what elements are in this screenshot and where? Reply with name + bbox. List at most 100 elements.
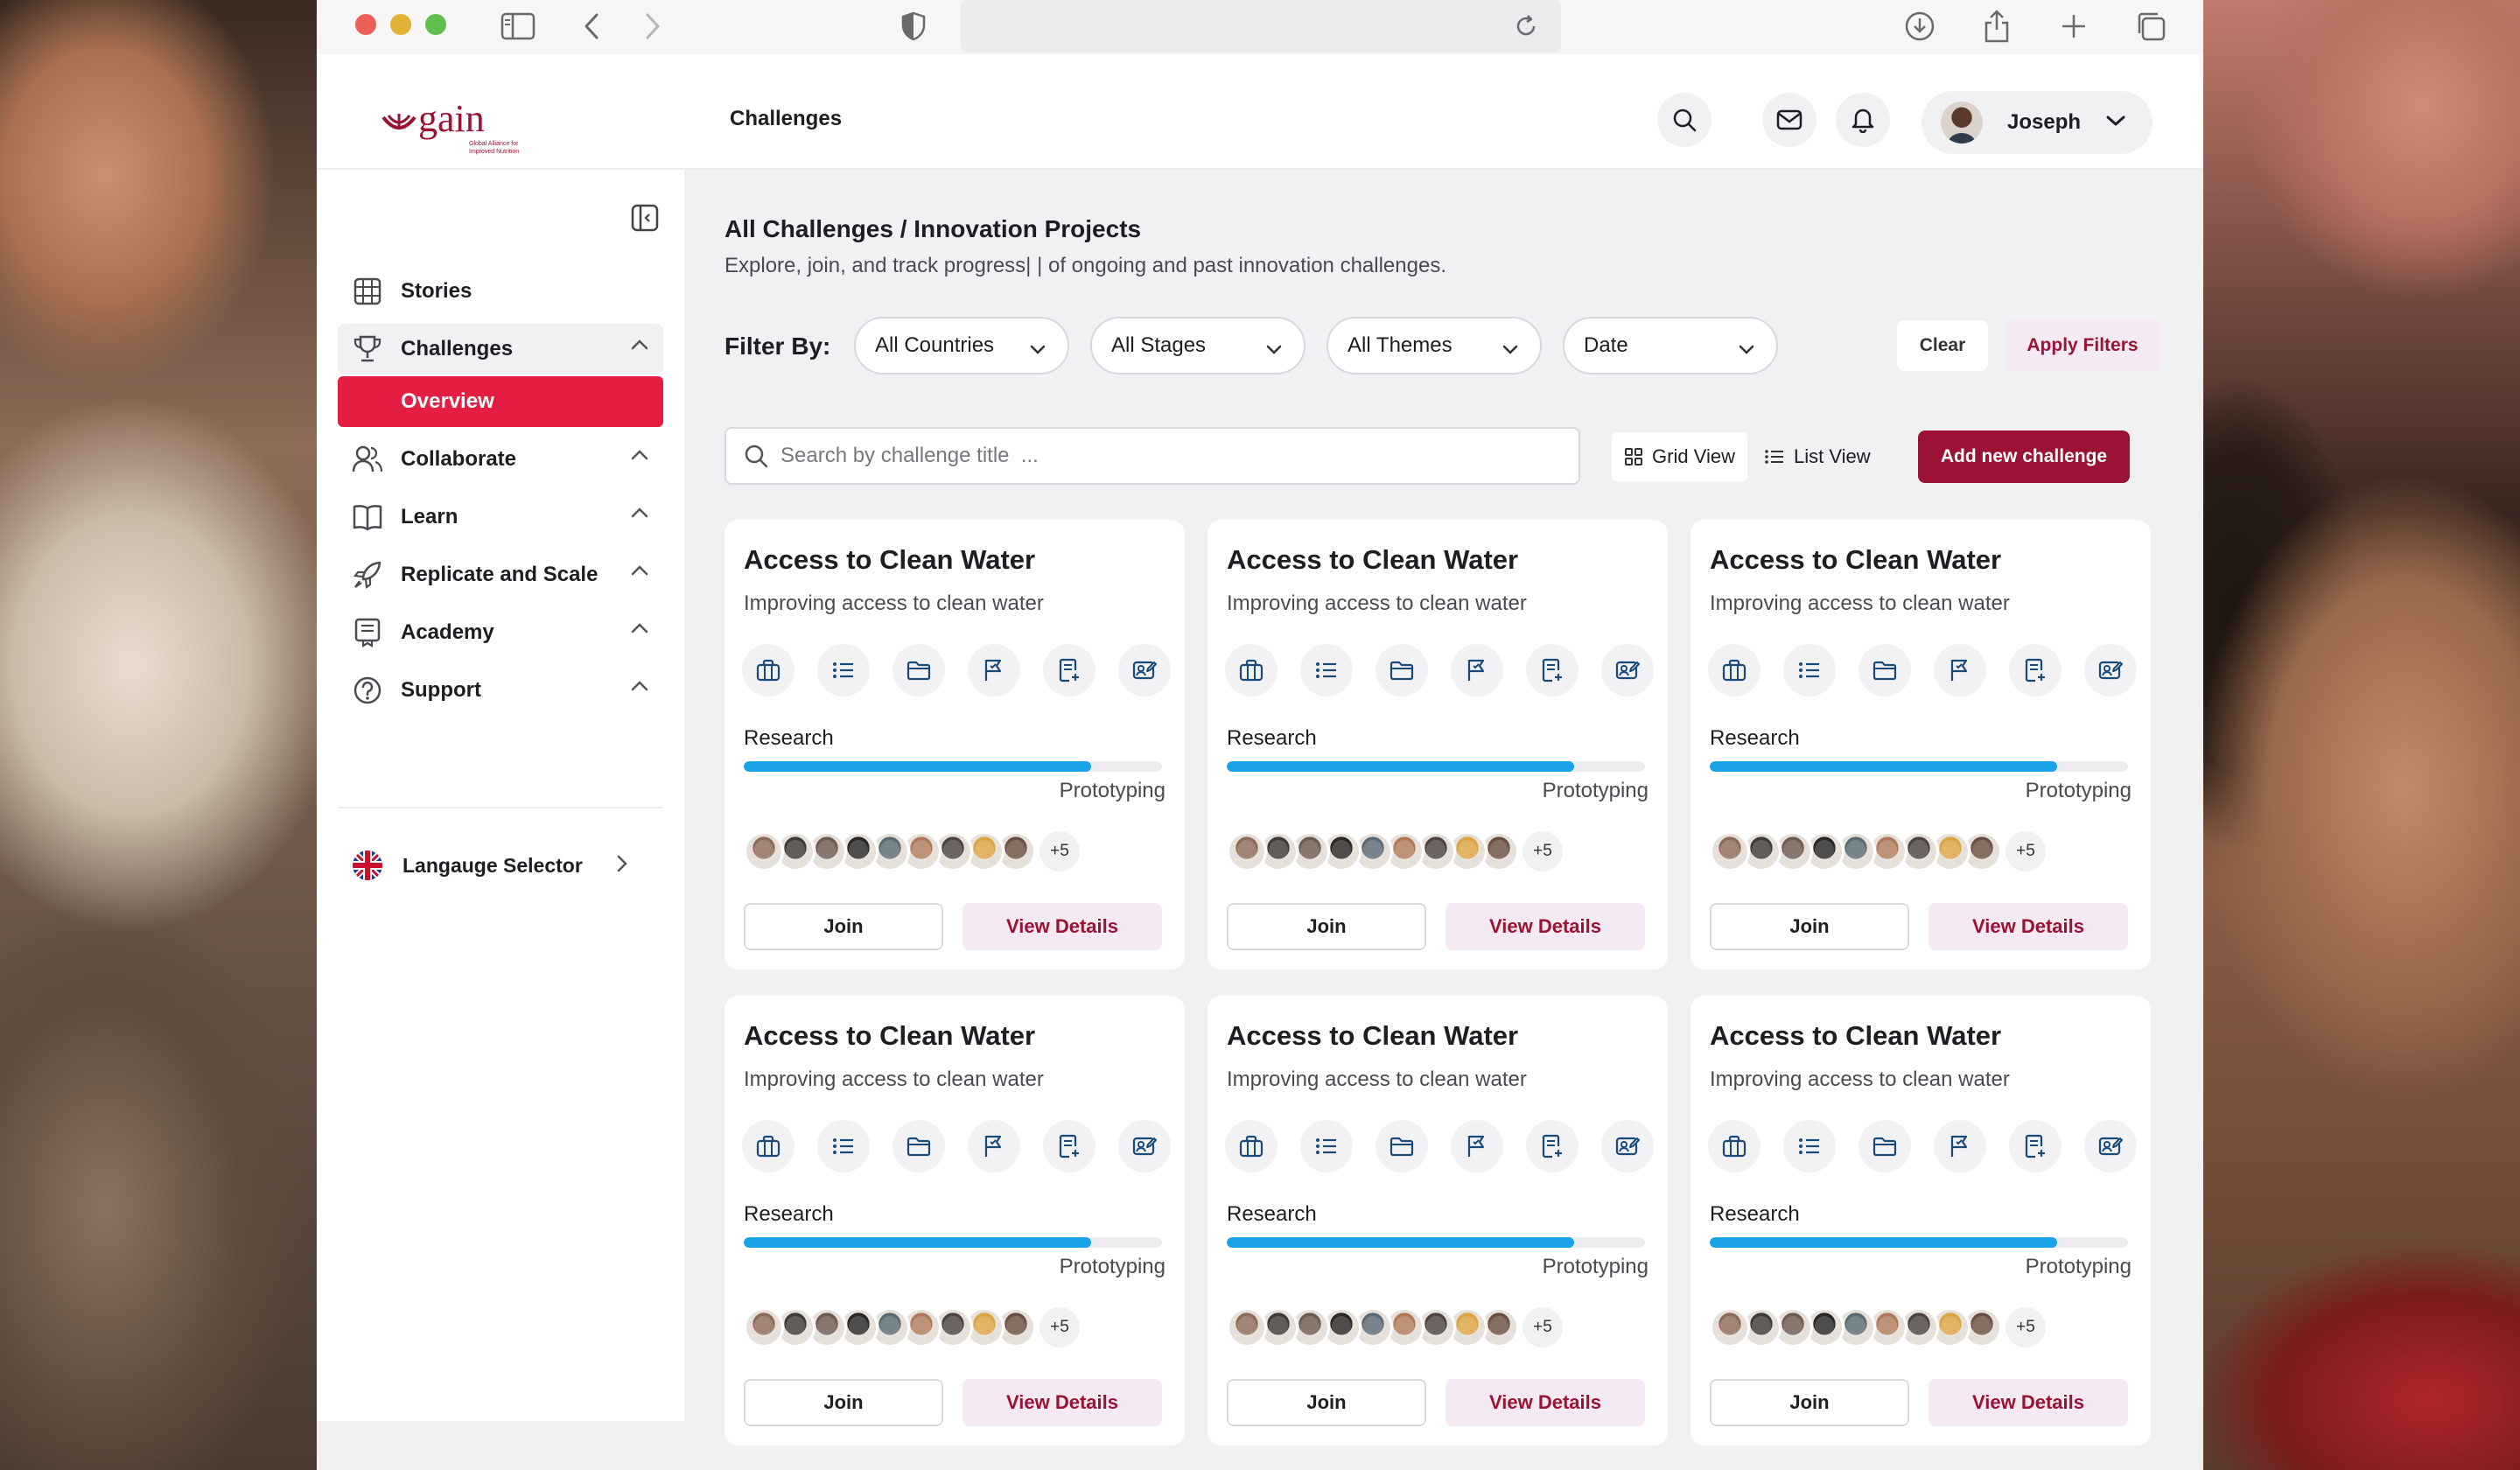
new-tab-icon[interactable] — [2054, 7, 2093, 46]
chevron-up-icon[interactable] — [630, 680, 649, 696]
maximize-window-button[interactable] — [425, 14, 446, 35]
sidebar-item-collaborate[interactable]: Collaborate — [338, 434, 663, 485]
challenge-card[interactable]: Access to Clean Water Improving access t… — [724, 520, 1185, 970]
date-select[interactable]: Date — [1563, 317, 1778, 374]
stages-select[interactable]: All Stages — [1090, 317, 1306, 374]
search-button[interactable] — [1657, 93, 1712, 147]
chevron-up-icon[interactable] — [630, 507, 649, 523]
reload-icon[interactable] — [1507, 7, 1545, 46]
challenge-card[interactable]: Access to Clean Water Improving access t… — [724, 996, 1185, 1446]
sidebar-toggle-icon[interactable] — [499, 7, 537, 46]
folder-icon[interactable] — [1858, 1120, 1911, 1172]
add-note-icon[interactable] — [1526, 644, 1578, 696]
chevron-up-icon[interactable] — [630, 622, 649, 639]
challenge-search[interactable] — [724, 427, 1580, 485]
list-icon[interactable] — [817, 1120, 870, 1172]
sidebar-item-learn[interactable]: Learn — [338, 492, 663, 542]
challenge-card[interactable]: Access to Clean Water Improving access t… — [1208, 520, 1668, 970]
milestone-flag-icon[interactable] — [968, 1120, 1020, 1172]
list-icon[interactable] — [1300, 644, 1353, 696]
privacy-shield-icon[interactable] — [894, 7, 933, 46]
list-icon[interactable] — [1783, 1120, 1836, 1172]
sidebar-item-replicate-and-scale[interactable]: Replicate and Scale — [338, 550, 663, 600]
more-participants-count[interactable]: +5 — [2006, 831, 2046, 872]
list-view-button[interactable]: List View — [1752, 432, 1883, 481]
add-note-icon[interactable] — [1526, 1120, 1578, 1172]
sidebar-item-academy[interactable]: Academy — [338, 607, 663, 658]
join-button[interactable]: Join — [1710, 903, 1909, 950]
tab-overview-icon[interactable] — [2132, 7, 2170, 46]
view-details-button[interactable]: View Details — [1928, 903, 2128, 950]
address-bar[interactable] — [961, 0, 1561, 52]
chevron-up-icon[interactable] — [630, 449, 649, 466]
milestone-flag-icon[interactable] — [1934, 1120, 1986, 1172]
briefcase-icon[interactable] — [1225, 1120, 1278, 1172]
edit-profile-icon[interactable] — [1601, 1120, 1654, 1172]
edit-profile-icon[interactable] — [2084, 1120, 2137, 1172]
notifications-button[interactable] — [1836, 93, 1890, 147]
chevron-up-icon[interactable] — [630, 339, 649, 355]
list-icon[interactable] — [1300, 1120, 1353, 1172]
user-menu[interactable]: Joseph — [1922, 91, 2152, 154]
sidebar-item-challenges[interactable]: Challenges — [338, 324, 663, 374]
milestone-flag-icon[interactable] — [1451, 1120, 1503, 1172]
share-icon[interactable] — [1978, 7, 2016, 46]
sidebar-item-stories[interactable]: Stories — [338, 266, 663, 317]
edit-profile-icon[interactable] — [1118, 644, 1171, 696]
view-details-button[interactable]: View Details — [962, 1379, 1162, 1426]
apply-filters-button[interactable]: Apply Filters — [2006, 320, 2160, 371]
view-details-button[interactable]: View Details — [962, 903, 1162, 950]
briefcase-icon[interactable] — [742, 644, 794, 696]
add-new-challenge-button[interactable]: Add new challenge — [1918, 430, 2130, 483]
chevron-up-icon[interactable] — [630, 564, 649, 581]
folder-icon[interactable] — [892, 1120, 945, 1172]
view-details-button[interactable]: View Details — [1446, 903, 1645, 950]
collapse-sidebar-icon[interactable] — [630, 203, 660, 237]
edit-profile-icon[interactable] — [1601, 644, 1654, 696]
minimize-window-button[interactable] — [390, 14, 411, 35]
grid-view-button[interactable]: Grid View — [1612, 432, 1747, 481]
back-icon[interactable] — [572, 7, 611, 46]
add-note-icon[interactable] — [1043, 644, 1096, 696]
view-details-button[interactable]: View Details — [1928, 1379, 2128, 1426]
add-note-icon[interactable] — [1043, 1120, 1096, 1172]
briefcase-icon[interactable] — [1708, 1120, 1760, 1172]
join-button[interactable]: Join — [744, 1379, 943, 1426]
messages-button[interactable] — [1762, 93, 1816, 147]
sidebar-item-support[interactable]: Support — [338, 665, 663, 716]
edit-profile-icon[interactable] — [1118, 1120, 1171, 1172]
folder-icon[interactable] — [1376, 1120, 1428, 1172]
themes-select[interactable]: All Themes — [1326, 317, 1542, 374]
folder-icon[interactable] — [892, 644, 945, 696]
more-participants-count[interactable]: +5 — [2006, 1307, 2046, 1348]
folder-icon[interactable] — [1858, 644, 1911, 696]
milestone-flag-icon[interactable] — [1451, 644, 1503, 696]
folder-icon[interactable] — [1376, 644, 1428, 696]
challenge-card[interactable]: Access to Clean Water Improving access t… — [1690, 996, 2151, 1446]
milestone-flag-icon[interactable] — [1934, 644, 1986, 696]
countries-select[interactable]: All Countries — [854, 317, 1069, 374]
challenge-card[interactable]: Access to Clean Water Improving access t… — [1208, 996, 1668, 1446]
briefcase-icon[interactable] — [742, 1120, 794, 1172]
list-icon[interactable] — [817, 644, 870, 696]
edit-profile-icon[interactable] — [2084, 644, 2137, 696]
forward-icon[interactable] — [634, 7, 672, 46]
add-note-icon[interactable] — [2009, 1120, 2062, 1172]
gain-logo[interactable]: gain Global Alliance for Improved Nutrit… — [380, 100, 519, 155]
close-window-button[interactable] — [355, 14, 376, 35]
join-button[interactable]: Join — [1710, 1379, 1909, 1426]
view-details-button[interactable]: View Details — [1446, 1379, 1645, 1426]
more-participants-count[interactable]: +5 — [1040, 831, 1080, 872]
more-participants-count[interactable]: +5 — [1522, 1307, 1563, 1348]
clear-filters-button[interactable]: Clear — [1897, 320, 1988, 371]
join-button[interactable]: Join — [1227, 1379, 1426, 1426]
briefcase-icon[interactable] — [1708, 644, 1760, 696]
add-note-icon[interactable] — [2009, 644, 2062, 696]
challenge-card[interactable]: Access to Clean Water Improving access t… — [1690, 520, 2151, 970]
language-selector[interactable]: Langauge Selector — [338, 840, 663, 891]
sidebar-item-overview[interactable]: Overview — [338, 376, 663, 427]
more-participants-count[interactable]: +5 — [1040, 1307, 1080, 1348]
more-participants-count[interactable]: +5 — [1522, 831, 1563, 872]
milestone-flag-icon[interactable] — [968, 644, 1020, 696]
join-button[interactable]: Join — [1227, 903, 1426, 950]
